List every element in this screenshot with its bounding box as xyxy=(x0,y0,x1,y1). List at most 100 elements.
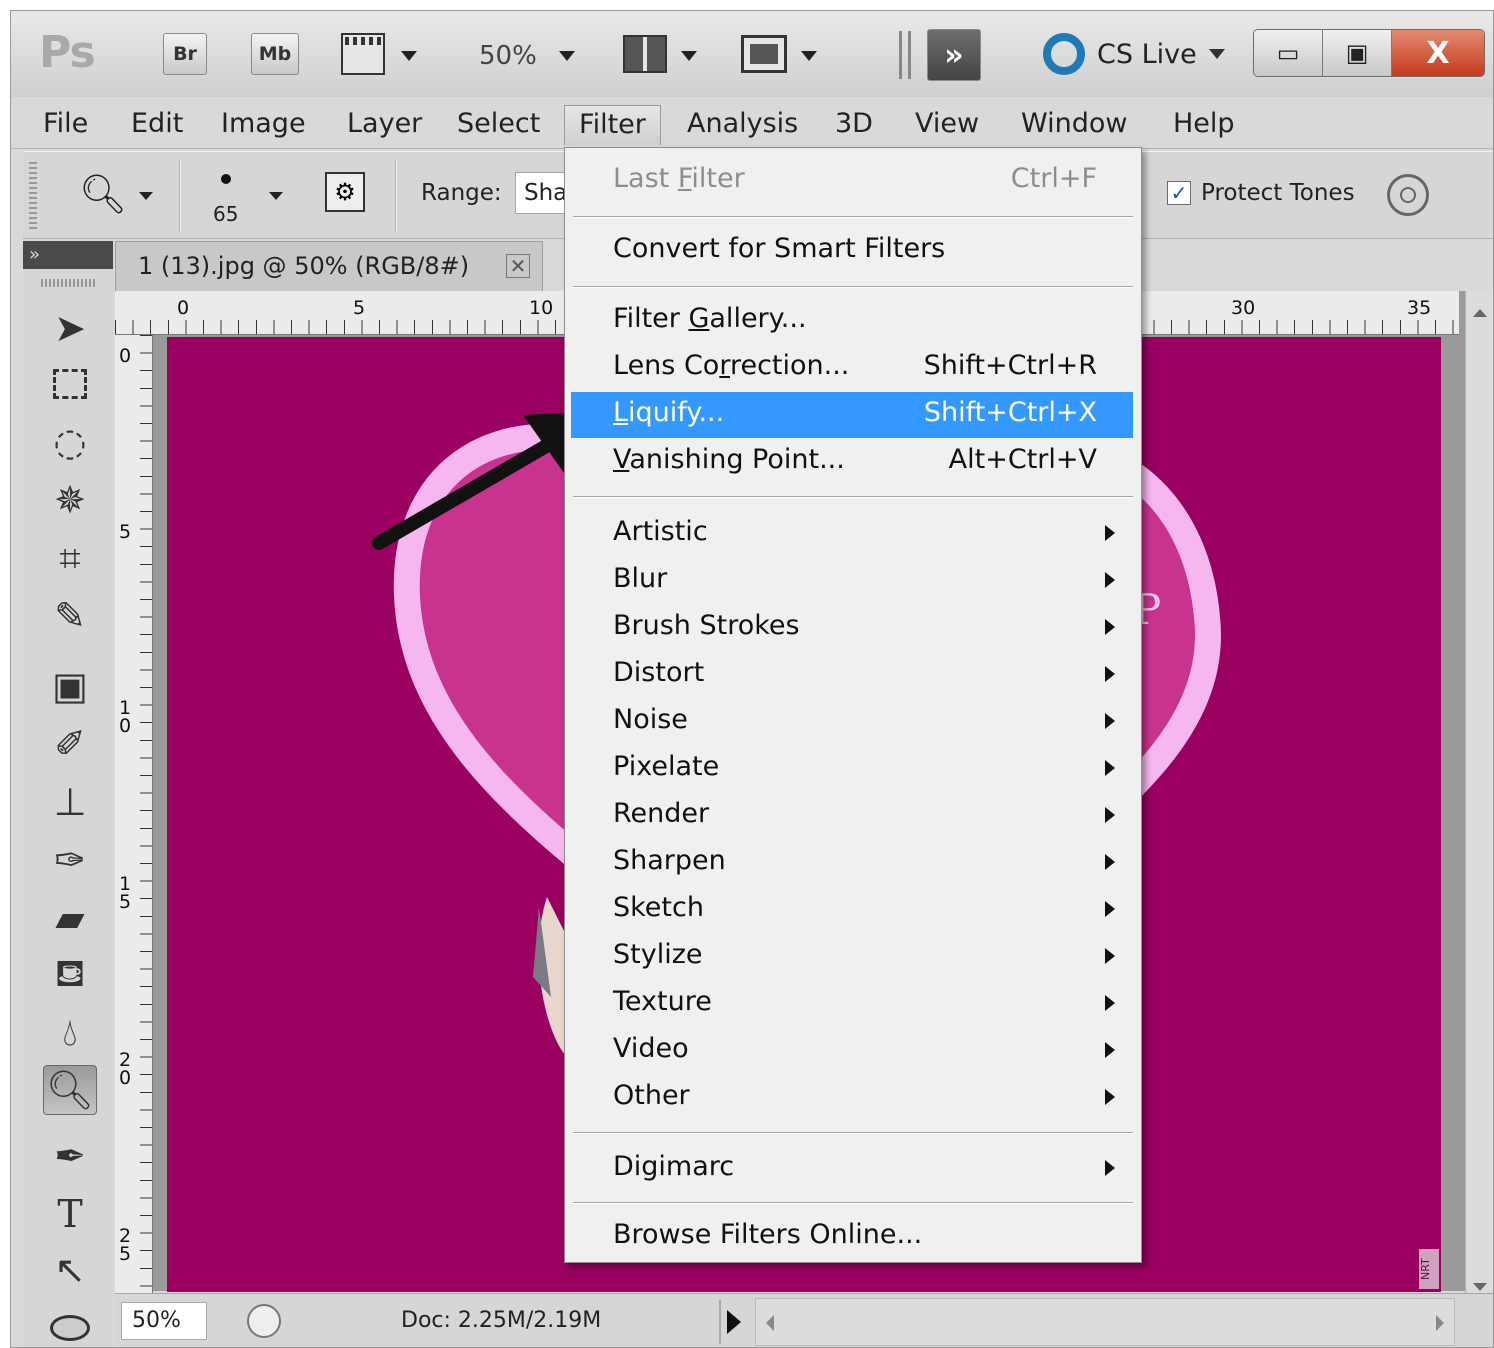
panel-collapse-icon[interactable]: » xyxy=(23,241,113,269)
submenu-arrow-icon xyxy=(1105,666,1115,682)
submenu-arrow-icon xyxy=(1105,1089,1115,1105)
grip-handle[interactable] xyxy=(29,162,37,230)
brush-panel-icon[interactable]: ⚙ xyxy=(325,172,365,212)
close-icon[interactable]: ✕ xyxy=(506,254,530,278)
chevron-down-icon[interactable] xyxy=(269,192,283,200)
horizontal-scrollbar[interactable] xyxy=(755,1298,1455,1346)
menu-filter[interactable]: Filter xyxy=(564,105,661,145)
menu-item-video[interactable]: Video xyxy=(571,1028,1133,1074)
menu-item-brush-strokes[interactable]: Brush Strokes xyxy=(571,605,1133,651)
window-controls: ▭ ▣ X xyxy=(1253,29,1485,77)
menu-item-render[interactable]: Render xyxy=(571,793,1133,839)
menu-item-liquify[interactable]: Liquify... Shift+Ctrl+X xyxy=(571,392,1133,438)
close-button[interactable]: X xyxy=(1392,30,1484,76)
menu-item-convert-smart-filters[interactable]: Convert for Smart Filters xyxy=(571,228,1133,274)
menu-layer[interactable]: Layer xyxy=(333,105,436,145)
menu-item-digimarc[interactable]: Digimarc xyxy=(571,1146,1133,1192)
protect-tones-checkbox[interactable]: ✓ xyxy=(1167,181,1191,205)
menu-3d[interactable]: 3D xyxy=(821,105,887,145)
chevron-down-icon[interactable] xyxy=(801,51,817,61)
brush-tool-icon[interactable]: ✐ xyxy=(43,719,97,769)
menu-item-other[interactable]: Other xyxy=(571,1075,1133,1121)
sponge-tool-icon[interactable]: 🔍︎ xyxy=(43,1065,97,1115)
scroll-left-icon[interactable] xyxy=(766,1315,774,1331)
menu-item-vanishing-point[interactable]: Vanishing Point... Alt+Ctrl+V xyxy=(571,439,1133,485)
menu-item-blur[interactable]: Blur xyxy=(571,558,1133,604)
menu-item-distort[interactable]: Distort xyxy=(571,652,1133,698)
menu-item-sharpen[interactable]: Sharpen xyxy=(571,840,1133,886)
document-title: 1 (13).jpg @ 50% (RGB/8#) xyxy=(138,252,470,280)
menu-item-sketch[interactable]: Sketch xyxy=(571,887,1133,933)
mini-bridge-button[interactable]: Mb xyxy=(251,33,299,75)
sponge-tool-icon[interactable]: 🔍︎ xyxy=(79,172,127,217)
blur-tool-icon[interactable]: 💧︎ xyxy=(43,1007,97,1057)
menu-item-texture[interactable]: Texture xyxy=(571,981,1133,1027)
pen-tool-icon[interactable]: ✒ xyxy=(43,1131,97,1181)
grip-handle[interactable] xyxy=(41,279,95,287)
pressure-icon[interactable] xyxy=(1387,174,1429,216)
photoshop-logo: Ps xyxy=(39,27,96,78)
menu-file[interactable]: File xyxy=(29,105,102,145)
screen-mode-icon[interactable] xyxy=(741,35,787,73)
submenu-arrow-icon xyxy=(1105,1042,1115,1058)
scroll-right-icon[interactable] xyxy=(1436,1315,1444,1331)
submenu-arrow-icon xyxy=(1105,619,1115,635)
lasso-tool-icon[interactable]: ◌ xyxy=(43,417,97,467)
bridge-button[interactable]: Br xyxy=(163,33,207,75)
move-tool-icon[interactable]: ➤ xyxy=(43,303,97,353)
menu-window[interactable]: Window xyxy=(1007,105,1141,145)
scroll-up-icon[interactable] xyxy=(1473,309,1487,317)
protect-tones-toggle[interactable]: ✓ Protect Tones xyxy=(1167,180,1355,206)
menu-item-filter-gallery[interactable]: Filter Gallery... xyxy=(571,298,1133,344)
magic-wand-tool-icon[interactable]: ✵ xyxy=(43,475,97,525)
chevron-down-icon[interactable] xyxy=(401,51,417,61)
menu-item-artistic[interactable]: Artistic xyxy=(571,511,1133,557)
chevron-down-icon[interactable] xyxy=(681,51,697,61)
type-tool-icon[interactable]: T xyxy=(43,1189,97,1239)
extras-icon[interactable] xyxy=(341,33,385,75)
chevron-down-icon[interactable] xyxy=(139,192,153,200)
workspace-expand-icon[interactable]: » xyxy=(927,29,981,81)
menu-item-lens-correction[interactable]: Lens Correction... Shift+Ctrl+R xyxy=(571,345,1133,391)
menu-analysis[interactable]: Analysis xyxy=(673,105,812,145)
history-brush-tool-icon[interactable]: ✑ xyxy=(43,835,97,885)
menu-separator xyxy=(573,286,1133,288)
cs-live-button[interactable]: CS Live xyxy=(1043,33,1225,75)
marquee-tool-icon[interactable] xyxy=(43,359,97,409)
chevron-down-icon[interactable] xyxy=(559,51,575,61)
menu-view[interactable]: View xyxy=(901,105,993,145)
minimize-button[interactable]: ▭ xyxy=(1254,30,1324,76)
vertical-scrollbar[interactable] xyxy=(1465,291,1493,1295)
brush-preview-icon[interactable] xyxy=(221,174,231,184)
menu-item-pixelate[interactable]: Pixelate xyxy=(571,746,1133,792)
title-bar: Ps Br Mb 50% » CS Live ▭ ▣ X xyxy=(11,11,1493,97)
scroll-down-icon[interactable] xyxy=(1473,1283,1487,1291)
eyedropper-tool-icon[interactable]: ✎ xyxy=(43,591,97,641)
menu-bar: File Edit Image Layer Select Filter Anal… xyxy=(11,97,1493,149)
menu-select[interactable]: Select xyxy=(443,105,554,145)
paint-bucket-tool-icon[interactable]: ⛾ xyxy=(43,951,97,1001)
document-tab[interactable]: 1 (13).jpg @ 50% (RGB/8#) ✕ xyxy=(115,241,543,291)
ellipse-tool-icon[interactable] xyxy=(43,1303,97,1347)
menu-item-noise[interactable]: Noise xyxy=(571,699,1133,745)
healing-brush-tool-icon[interactable]: ▣ xyxy=(43,661,97,711)
filter-menu: Last Filter Ctrl+F Convert for Smart Fil… xyxy=(564,147,1142,1263)
menu-item-browse-filters-online[interactable]: Browse Filters Online... xyxy=(571,1214,1133,1260)
ruler-label: 10 xyxy=(529,297,554,319)
crop-tool-icon[interactable]: ⌗ xyxy=(43,533,97,583)
menu-edit[interactable]: Edit xyxy=(117,105,197,145)
zoom-level[interactable]: 50% xyxy=(479,41,537,71)
status-zoom-field[interactable]: 50% xyxy=(121,1302,207,1340)
info-icon[interactable] xyxy=(247,1304,281,1338)
status-menu-arrow-icon[interactable] xyxy=(727,1310,741,1334)
maximize-button[interactable]: ▣ xyxy=(1323,30,1393,76)
menu-help[interactable]: Help xyxy=(1159,105,1249,145)
status-bar: 50% Doc: 2.25M/2.19M xyxy=(115,1293,1493,1347)
path-selection-tool-icon[interactable]: ↖ xyxy=(43,1245,97,1295)
arrange-documents-icon[interactable] xyxy=(623,35,667,73)
menu-image[interactable]: Image xyxy=(207,105,320,145)
eraser-tool-icon[interactable]: ▰ xyxy=(43,893,97,943)
menu-item-stylize[interactable]: Stylize xyxy=(571,934,1133,980)
clone-stamp-tool-icon[interactable]: ⊥ xyxy=(43,777,97,827)
ruler-label: 5 xyxy=(353,297,366,319)
